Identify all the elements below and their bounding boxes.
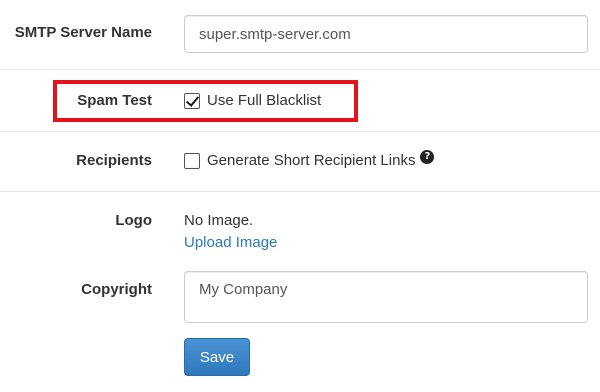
settings-form: SMTP Server Name Spam Test Use Full Blac… bbox=[0, 0, 600, 392]
recipients-label: Recipients bbox=[76, 152, 152, 169]
use-full-blacklist-checkbox[interactable]: Use Full Blacklist bbox=[184, 92, 321, 109]
generate-short-recipient-links-label: Generate Short Recipient Links bbox=[207, 152, 416, 169]
logo-status-text: No Image. bbox=[184, 212, 254, 229]
checkbox-checked-icon[interactable] bbox=[184, 92, 200, 109]
spam-test-label: Spam Test bbox=[77, 92, 152, 109]
copyright-textarea[interactable]: My Company bbox=[184, 271, 588, 323]
help-icon[interactable]: ? bbox=[420, 149, 435, 164]
divider bbox=[0, 191, 600, 192]
smtp-server-name-input[interactable] bbox=[184, 15, 588, 53]
divider bbox=[0, 69, 600, 70]
use-full-blacklist-label: Use Full Blacklist bbox=[207, 92, 322, 109]
save-button[interactable]: Save bbox=[184, 338, 250, 376]
smtp-server-name-label: SMTP Server Name bbox=[14, 24, 152, 41]
logo-label: Logo bbox=[115, 212, 152, 229]
checkbox-unchecked-icon[interactable] bbox=[184, 152, 200, 169]
upload-image-link[interactable]: Upload Image bbox=[184, 234, 277, 251]
generate-short-recipient-links-checkbox[interactable]: Generate Short Recipient Links ? bbox=[184, 149, 435, 169]
copyright-label: Copyright bbox=[81, 281, 152, 298]
divider bbox=[0, 131, 600, 132]
